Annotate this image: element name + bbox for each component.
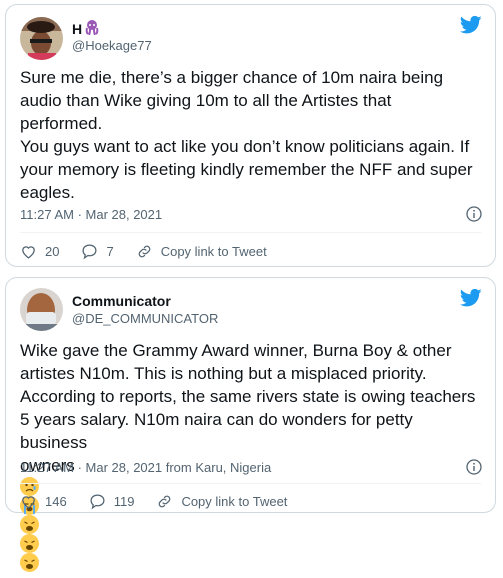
weary-face-emoji [20,553,39,572]
copy-link-button[interactable]: Copy link to Tweet [156,493,287,510]
display-name[interactable]: H [72,19,100,38]
tweet-line: your memory is fleeting kindly remember … [20,160,473,179]
handle[interactable]: @DE_COMMUNICATOR [72,311,218,326]
avatar[interactable] [20,288,63,331]
copy-link-label: Copy link to Tweet [181,494,288,509]
like-button[interactable]: 20 [20,243,59,260]
tweet-line: You guys want to act like you don’t know… [20,137,470,156]
twitter-bird-icon[interactable] [460,288,482,308]
like-button[interactable]: 146 [20,493,67,510]
tweet-card[interactable]: Communicator @DE_COMMUNICATOR Wike gave … [5,277,496,572]
timestamp[interactable]: 11:27 AM · Mar 28, 2021 from Karu, Niger… [20,460,271,475]
tweet-actions: 146 119 Copy link to Tweet [20,493,309,510]
divider [20,483,481,484]
divider [20,232,481,233]
heart-icon [22,496,35,509]
tweet-text: Wike gave the Grammy Award winner, Burna… [20,339,483,572]
handle[interactable]: @Hoekage77 [72,38,152,53]
tweet-line: Sure me die, there’s a bigger chance of … [20,68,444,87]
info-icon[interactable] [466,206,482,222]
tweet-text: Sure me die, there’s a bigger chance of … [20,66,483,204]
reply-bubble-icon [90,494,105,510]
reply-bubble-icon [82,244,97,260]
like-count: 20 [45,244,60,259]
avatar[interactable] [20,17,63,60]
link-icon [159,495,171,508]
info-icon[interactable] [466,459,482,475]
reply-button[interactable]: 7 [81,243,114,260]
tweet-line: performed. [20,114,103,133]
copy-link-label: Copy link to Tweet [160,244,267,259]
link-icon [138,245,151,258]
like-count: 146 [45,494,67,509]
tweet-card[interactable]: H @Hoekage77 Sure me die, there’s a bigg… [5,4,496,267]
tweet-line: audio than Wike giving 10m to all the Ar… [20,91,392,110]
tweet-line: artistes N10m. This is nothing but a mis… [20,364,427,383]
twitter-bird-icon[interactable] [460,15,482,35]
tweet-line: eagles. [20,183,75,202]
tweet-line: According to reports, the same rivers st… [20,387,476,406]
tweet-line: 5 years salary. N10m naira can do wonder… [20,410,413,452]
reply-count: 7 [106,244,114,259]
tweet-actions: 20 7 Copy link to Tweet [20,243,289,260]
weary-face-emoji [20,534,39,553]
timestamp[interactable]: 11:27 AM · Mar 28, 2021 [20,207,162,222]
tweet-line: Wike gave the Grammy Award winner, Burna… [20,341,452,360]
weary-face-emoji [20,515,39,534]
display-name[interactable]: Communicator [72,293,171,309]
heart-icon [22,246,35,259]
reply-count: 119 [113,494,135,509]
copy-link-button[interactable]: Copy link to Tweet [136,243,267,260]
purple-octopus-emoji [84,19,100,38]
reply-button[interactable]: 119 [89,493,135,510]
